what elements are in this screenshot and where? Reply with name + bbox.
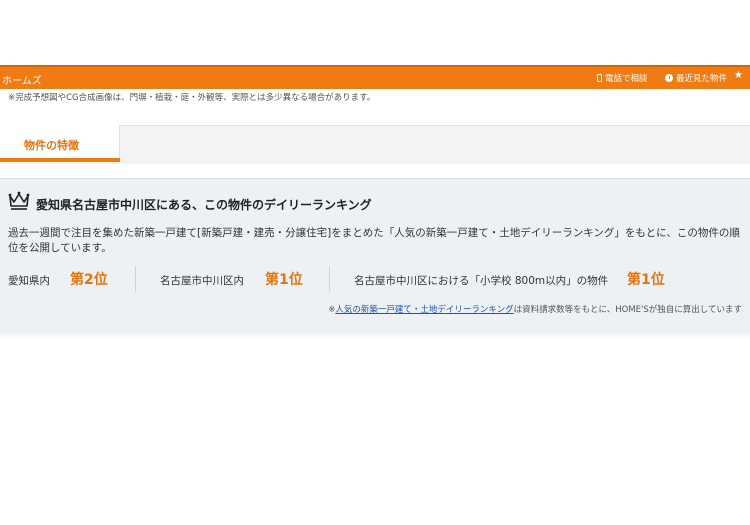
phone-consult-label: 電話で相談 (605, 74, 648, 84)
site-brand[interactable]: ホームズ (2, 72, 42, 87)
rank-label-school: 名古屋市中川区における「小学校 800m以内」の物件 (354, 275, 609, 287)
site-header: ホームズ 電話で相談 最近見た物件 ★ (0, 65, 750, 89)
image-disclaimer: ※完成予想図やCG合成画像は、門塀・植栽・庭・外観等、実際とは多少異なる場合があ… (8, 93, 376, 103)
footnote-suffix: は資料請求数等をもとに、HOME'Sが独自に算出しています (513, 305, 742, 315)
rank-value-ward: 第1位 (265, 272, 303, 288)
ranking-description: 過去一週間で注目を集めた新築一戸建て[新築戸建・建売・分譲住宅]をまとめた「人気… (8, 227, 740, 254)
ranking-title: 愛知県名古屋市中川区にある、この物件のデイリーランキング (36, 198, 372, 212)
recently-viewed-link[interactable]: 最近見た物件 (665, 72, 727, 84)
rank-label-prefecture: 愛知県内 (8, 275, 50, 287)
active-tab-indicator (0, 158, 120, 162)
ranking-footnote: ※人気の新築一戸建て・土地デイリーランキングは資料請求数等をもとに、HOME'S… (328, 303, 742, 315)
crown-icon (8, 191, 30, 210)
recently-viewed-label: 最近見た物件 (676, 74, 728, 84)
rank-value-school: 第1位 (627, 272, 665, 288)
star-icon: ★ (734, 70, 743, 81)
panel-shadow (0, 333, 750, 339)
rank-value-prefecture: 第2位 (70, 272, 108, 288)
tab-features-label: 物件の特徴 (24, 139, 79, 152)
rank-divider (135, 266, 136, 292)
phone-consult-link[interactable]: 電話で相談 (597, 72, 648, 84)
rank-label-ward: 名古屋市中川区内 (160, 275, 244, 287)
rank-divider (329, 266, 330, 292)
ranking-link[interactable]: 人気の新築一戸建て・土地デイリーランキング (335, 305, 513, 315)
phone-icon (597, 74, 602, 82)
favorites-link[interactable]: ★ (734, 70, 743, 81)
clock-icon (665, 74, 673, 82)
